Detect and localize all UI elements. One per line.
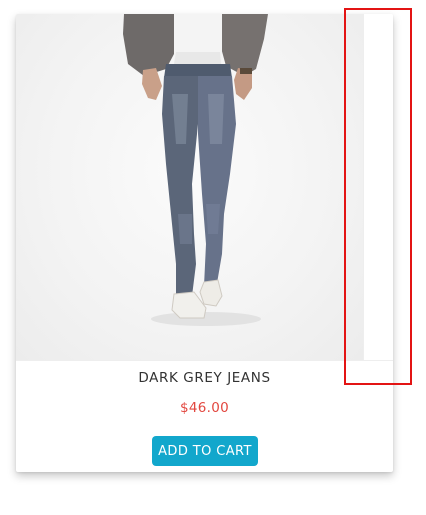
product-image[interactable] [16, 14, 363, 360]
floor-shadow [151, 312, 261, 326]
product-card: DARK GREY JEANS $46.00 ADD TO CART [16, 14, 393, 472]
product-name[interactable]: DARK GREY JEANS [16, 370, 393, 386]
right-shoe [199, 279, 223, 307]
jeans-waistband [164, 64, 232, 78]
jeans-model-photo [123, 14, 268, 326]
watch [240, 68, 252, 74]
add-to-cart-button[interactable]: ADD TO CART [152, 436, 258, 466]
product-price: $46.00 [179, 400, 230, 416]
left-hand [142, 68, 162, 100]
highlight-annotation-box [344, 8, 412, 385]
divider [16, 360, 393, 361]
